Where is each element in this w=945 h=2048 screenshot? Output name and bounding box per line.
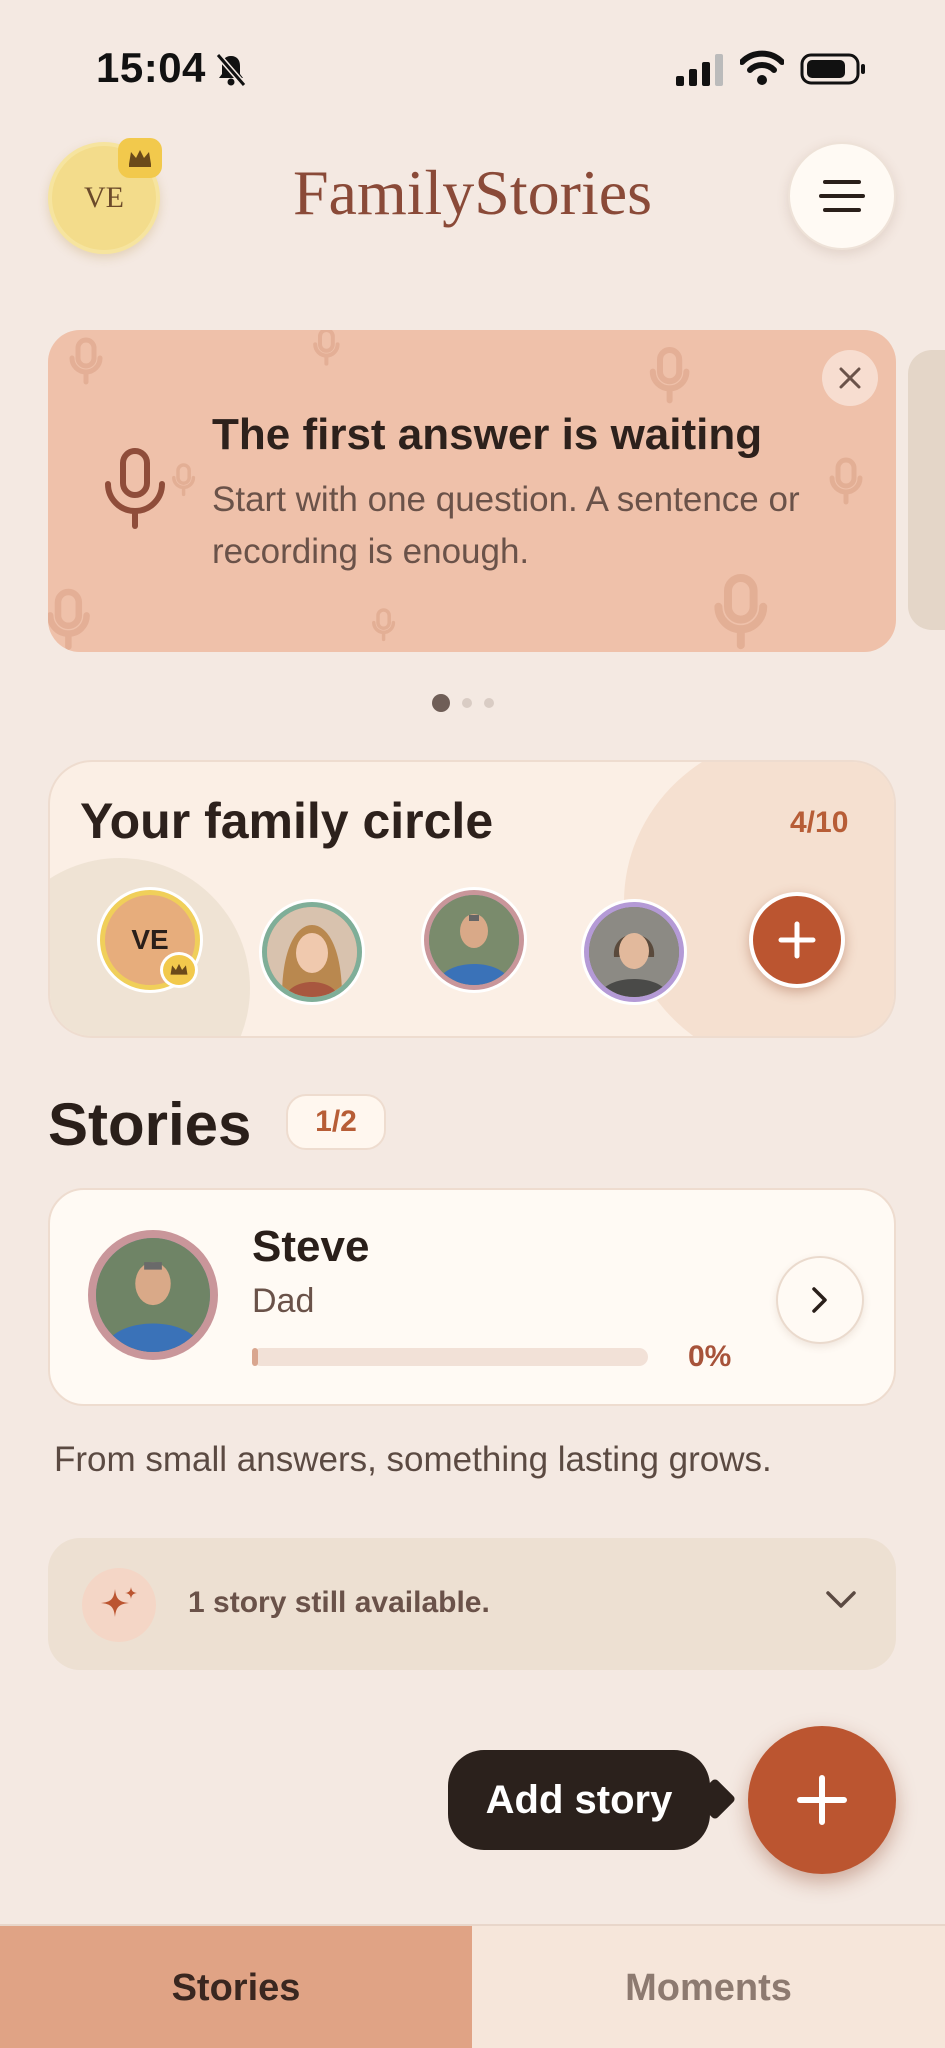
- story-person-name: Steve: [252, 1222, 370, 1271]
- portrait-photo-icon: [96, 1238, 210, 1352]
- story-progress-bar: [252, 1348, 648, 1366]
- bell-muted-icon: [215, 53, 247, 87]
- tab-moments[interactable]: Moments: [472, 1926, 945, 2048]
- story-progress-label: 0%: [688, 1340, 732, 1373]
- close-icon: [839, 367, 861, 389]
- banner-title: The first answer is waiting: [212, 410, 763, 459]
- crown-icon: [160, 952, 198, 988]
- stories-count-badge: 1/2: [286, 1094, 386, 1150]
- stories-heading: Stories: [48, 1091, 252, 1158]
- tagline: From small answers, something lasting gr…: [54, 1440, 772, 1479]
- family-member-photo[interactable]: [584, 902, 684, 1002]
- tab-stories[interactable]: Stories: [0, 1926, 472, 2048]
- chevron-down-icon: [826, 1591, 856, 1608]
- story-progress-fill: [252, 1348, 258, 1366]
- carousel-dot[interactable]: [462, 698, 472, 708]
- story-avatar: [88, 1230, 218, 1360]
- owner-initials: VE: [131, 924, 169, 955]
- plus-icon: [778, 921, 816, 959]
- banner-body: Start with one question. A sentence or r…: [212, 480, 800, 571]
- chevron-right-icon: [812, 1287, 827, 1313]
- carousel-dot-active[interactable]: [432, 694, 450, 712]
- family-member-photo[interactable]: [424, 890, 524, 990]
- close-banner-button[interactable]: [822, 350, 878, 406]
- add-story-button[interactable]: [748, 1726, 896, 1874]
- battery-icon: [800, 53, 865, 85]
- portrait-photo-icon: [429, 895, 519, 985]
- sparkle-icon: [82, 1568, 156, 1642]
- portrait-photo-icon: [589, 907, 679, 997]
- microphone-icon: [105, 448, 165, 529]
- wifi-icon: [740, 50, 784, 85]
- status-time: 15:04: [96, 44, 206, 91]
- carousel-dot[interactable]: [484, 698, 494, 708]
- hamburger-menu-icon: [819, 180, 865, 212]
- family-member-photo[interactable]: [262, 902, 362, 1002]
- story-person-role: Dad: [252, 1282, 315, 1320]
- stories-available-text: 1 story still available.: [188, 1586, 490, 1619]
- open-story-button[interactable]: [776, 1256, 864, 1344]
- plus-icon: [797, 1775, 847, 1825]
- family-circle-count: 4/10: [790, 806, 849, 839]
- portrait-photo-icon: [267, 907, 357, 997]
- menu-button[interactable]: [788, 142, 896, 250]
- add-family-member-button[interactable]: [749, 892, 845, 988]
- add-story-tooltip[interactable]: Add story: [448, 1750, 710, 1850]
- next-banner-peek[interactable]: [908, 350, 945, 630]
- bottom-tab-bar: Stories Moments: [0, 1924, 945, 2048]
- carousel-dots: [432, 694, 494, 712]
- cellular-signal-icon: [676, 54, 723, 86]
- family-circle-title: Your family circle: [80, 793, 494, 849]
